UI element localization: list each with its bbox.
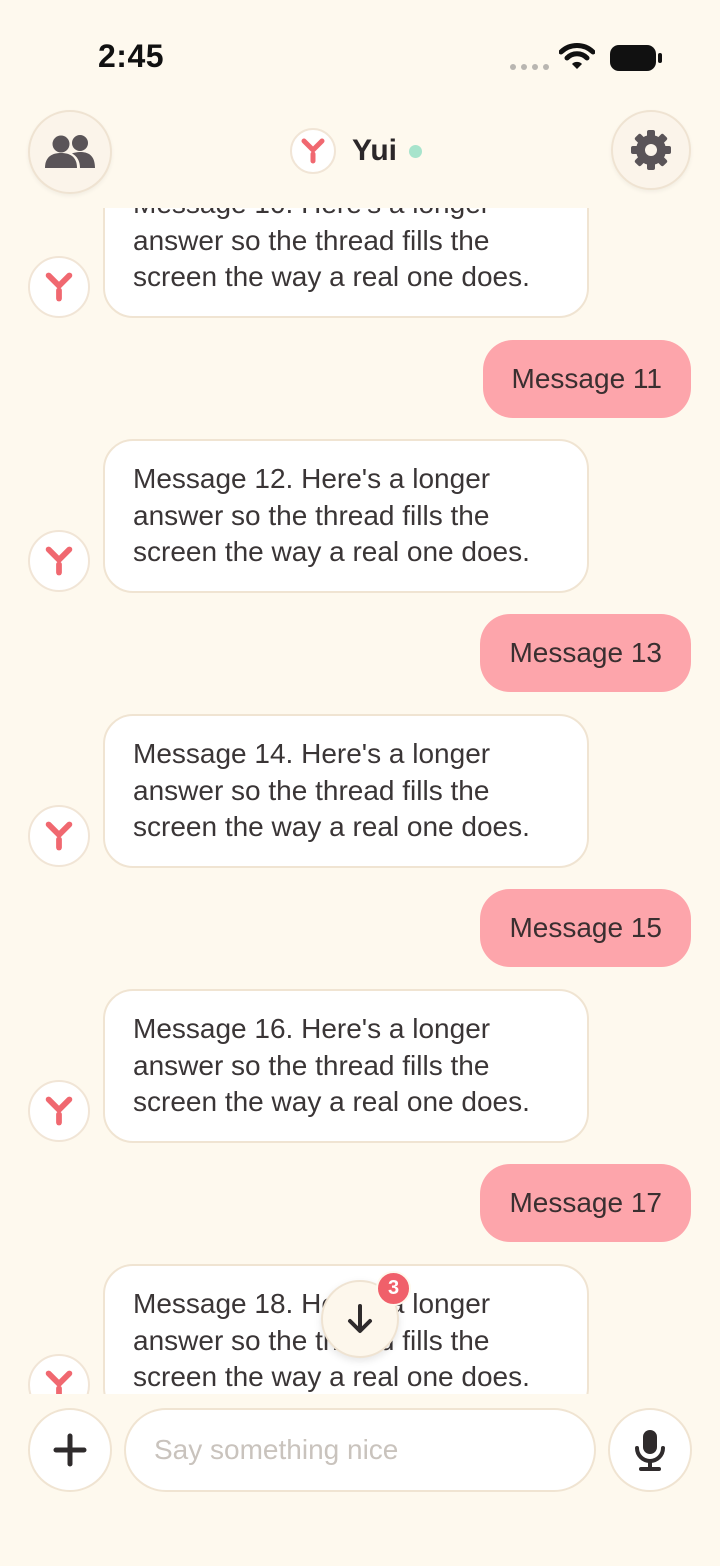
plus-icon (53, 1433, 87, 1467)
battery-icon (610, 45, 662, 71)
bot-avatar (28, 1354, 90, 1394)
yui-logo-icon (45, 1370, 73, 1394)
chat-title: Yui (290, 128, 423, 174)
bot-avatar (28, 1080, 90, 1142)
user-message-bubble: Message 15 (480, 889, 691, 967)
friends-button[interactable] (28, 110, 112, 194)
yui-logo-icon (45, 821, 73, 851)
voice-input-button[interactable] (608, 1408, 692, 1492)
user-message-bubble: Message 11 (482, 340, 691, 418)
bot-avatar (28, 530, 90, 592)
people-icon (45, 135, 95, 168)
yui-logo-icon (45, 1096, 73, 1126)
yui-logo-icon (45, 272, 73, 302)
status-bar: 2:45 (0, 0, 720, 110)
user-message-bubble: Message 13 (480, 614, 691, 692)
bot-message-bubble: Message 12. Here's a longer answer so th… (103, 439, 589, 593)
contact-name: Yui (352, 134, 398, 167)
message-input[interactable] (124, 1408, 596, 1492)
unread-count-badge: 3 (376, 1271, 411, 1306)
bot-message-bubble: Message 16. Here's a longer answer so th… (103, 989, 589, 1143)
bot-message-bubble: Message 14. Here's a longer answer so th… (103, 714, 589, 868)
message-thread[interactable]: Message 10. Here's a longer answer so th… (0, 208, 720, 1394)
arrow-down-icon (348, 1304, 372, 1333)
bot-avatar (28, 805, 90, 867)
gear-icon (631, 130, 671, 170)
yui-logo-icon (45, 546, 73, 576)
settings-button[interactable] (611, 110, 691, 190)
user-message-bubble: Message 17 (480, 1164, 691, 1242)
wifi-icon (559, 43, 595, 69)
status-time: 2:45 (98, 38, 165, 74)
online-status-indicator (409, 144, 423, 158)
bot-avatar (28, 256, 90, 318)
yui-logo-icon (301, 138, 325, 164)
signal-icon (510, 64, 549, 70)
microphone-icon (635, 1430, 665, 1471)
header-avatar (290, 128, 336, 174)
attach-button[interactable] (28, 1408, 112, 1492)
bot-message-bubble: Message 10. Here's a longer answer so th… (103, 208, 589, 318)
